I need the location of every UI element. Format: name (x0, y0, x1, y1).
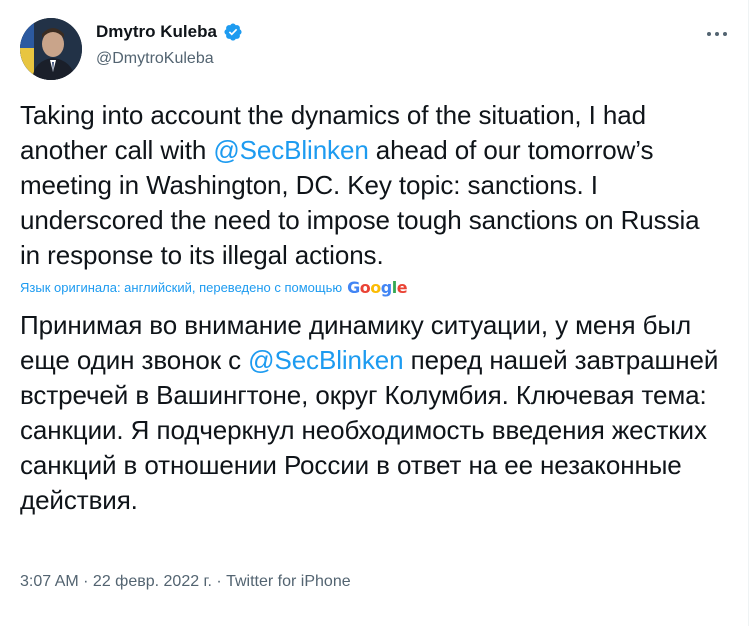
tweet-date[interactable]: 22 февр. 2022 г. (93, 573, 212, 591)
tweet-text-original: Taking into account the dynamics of the … (20, 98, 720, 273)
tweet-time[interactable]: 3:07 AM (20, 573, 79, 591)
mention-link[interactable]: @SecBlinken (213, 135, 368, 165)
meta-separator-2: · (211, 573, 227, 590)
tweet-source[interactable]: Twitter for iPhone (226, 573, 351, 591)
mention-link-translated[interactable]: @SecBlinken (248, 345, 403, 375)
more-options-icon[interactable] (704, 24, 730, 44)
avatar-photo (20, 18, 82, 80)
tweet-text-translated: Принимая во внимание динамику ситуации, … (20, 308, 720, 518)
tweet-card: Dmytro Kuleba @DmytroKuleba Taking into … (0, 0, 749, 626)
google-logo: Google (347, 278, 408, 297)
translation-attribution[interactable]: Язык оригинала: английский, переведено с… (20, 278, 408, 297)
user-name[interactable]: Dmytro Kuleba (96, 22, 217, 42)
verified-badge-icon (224, 23, 242, 41)
avatar[interactable] (20, 18, 82, 80)
user-handle[interactable]: @DmytroKuleba (96, 50, 214, 68)
translation-note-text: Язык оригинала: английский, переведено с… (20, 280, 343, 295)
tweet-metadata: 3:07 AM · 22 февр. 2022 г. · Twitter for… (20, 573, 351, 591)
meta-separator: · (78, 573, 93, 590)
